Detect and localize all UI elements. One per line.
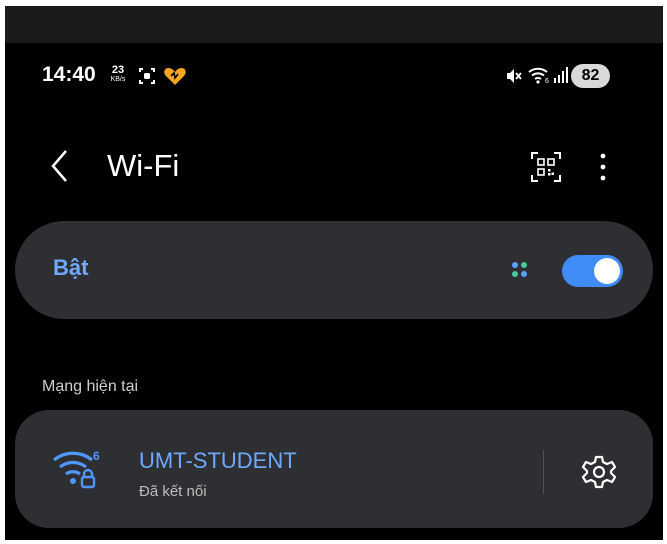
page-title: Wi-Fi bbox=[107, 148, 180, 183]
wifi-lock-icon: 6 bbox=[51, 446, 105, 495]
app-bar: Wi-Fi bbox=[5, 136, 663, 196]
top-edge bbox=[5, 6, 663, 43]
qr-scan-icon[interactable] bbox=[529, 150, 563, 189]
network-status: Đã kết nối bbox=[139, 483, 207, 500]
wifi-settings-screen: 14:40 23 KB/s 6 82 Wi-Fi Bật Mạng hiện t… bbox=[5, 6, 663, 540]
svg-text:6: 6 bbox=[545, 78, 549, 84]
status-time: 14:40 bbox=[42, 63, 96, 86]
wifi-toggle-label: Bật bbox=[53, 255, 89, 280]
more-vert-icon[interactable] bbox=[598, 150, 608, 189]
network-speed: 23 KB/s bbox=[107, 65, 129, 85]
status-bar: 14:40 23 KB/s 6 82 bbox=[5, 62, 663, 92]
back-icon[interactable] bbox=[49, 148, 69, 189]
divider bbox=[543, 450, 544, 494]
battery-indicator: 82 bbox=[571, 64, 610, 88]
wifi-icon: 6 bbox=[528, 66, 550, 89]
svg-text:6: 6 bbox=[93, 449, 100, 463]
section-header-current-network: Mạng hiện tại bbox=[42, 378, 139, 395]
network-speed-unit: KB/s bbox=[110, 76, 126, 83]
network-speed-value: 23 bbox=[111, 64, 125, 76]
gear-icon[interactable] bbox=[581, 454, 617, 495]
wifi-toggle-switch[interactable] bbox=[562, 255, 623, 287]
heart-icon bbox=[163, 65, 187, 92]
switch-knob bbox=[594, 258, 620, 284]
mute-icon bbox=[505, 67, 523, 90]
wifi-direct-dots-icon[interactable] bbox=[509, 259, 531, 286]
wifi-toggle-card[interactable]: Bật bbox=[15, 221, 653, 319]
current-network-card[interactable]: 6 UMT-STUDENT Đã kết nối bbox=[15, 410, 653, 528]
signal-icon bbox=[553, 66, 569, 89]
network-name: UMT-STUDENT bbox=[139, 448, 297, 473]
screen-record-icon bbox=[137, 66, 157, 91]
